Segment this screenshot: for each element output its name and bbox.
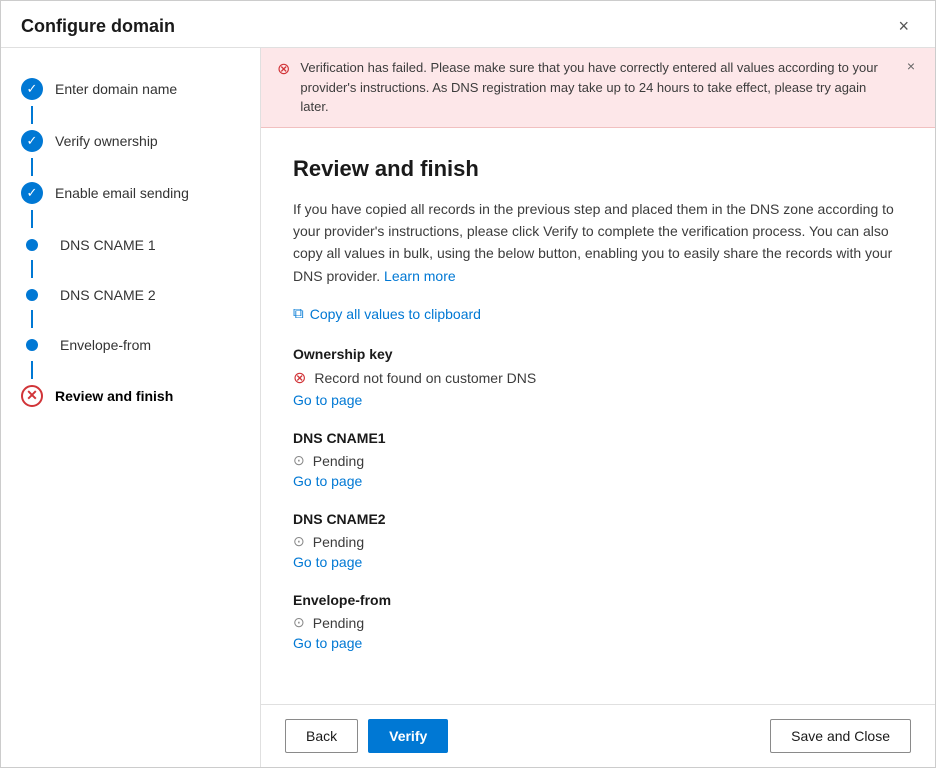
copy-all-values-link[interactable]: ⧉ Copy all values to clipboard [293,305,903,322]
connector-2 [31,158,33,176]
ownership-key-status-text: Record not found on customer DNS [314,370,536,386]
learn-more-link[interactable]: Learn more [384,268,456,284]
envelope-from-pending-icon: ⊙ [293,614,305,631]
connector-4 [31,260,33,278]
step-icon-review-finish: ✕ [21,385,43,407]
envelope-from-status: ⊙ Pending [293,614,903,631]
dns-cname1-go-to-page-link[interactable]: Go to page [293,473,362,489]
sidebar-item-verify-ownership: ✓ Verify ownership [1,124,260,158]
ownership-key-error-icon: ⊗ [293,368,306,388]
content-area: Review and finish If you have copied all… [261,128,935,705]
alert-error-icon: ⊗ [277,59,290,79]
dialog-title: Configure domain [21,16,175,37]
review-finish-title: Review and finish [293,156,903,182]
dialog-header: Configure domain × [1,1,935,48]
sidebar-item-enable-email: ✓ Enable email sending [1,176,260,210]
record-section-dns-cname1: DNS CNAME1 ⊙ Pending Go to page [293,430,903,489]
save-and-close-button[interactable]: Save and Close [770,719,911,753]
sidebar-item-enter-domain: ✓ Enter domain name [1,72,260,106]
footer-left-buttons: Back Verify [285,719,448,753]
step-label-enter-domain: Enter domain name [55,78,177,98]
alert-banner: ⊗ Verification has failed. Please make s… [261,48,935,128]
dns-cname2-go-to-page-link[interactable]: Go to page [293,554,362,570]
dns-cname2-title: DNS CNAME2 [293,511,903,527]
step-icon-dns-cname-2 [26,289,38,301]
step-label-review-finish: Review and finish [55,385,173,405]
step-label-envelope-from: Envelope-from [60,334,151,354]
configure-domain-dialog: Configure domain × ✓ Enter domain name ✓… [0,0,936,768]
step-label-dns-cname-2: DNS CNAME 2 [60,284,156,304]
sidebar-item-dns-cname-2: DNS CNAME 2 [1,278,260,310]
envelope-from-title: Envelope-from [293,592,903,608]
step-icon-envelope-from [26,339,38,351]
dialog-close-button[interactable]: × [892,15,915,37]
record-section-dns-cname2: DNS CNAME2 ⊙ Pending Go to page [293,511,903,570]
copy-link-label: Copy all values to clipboard [310,306,481,322]
review-description: If you have copied all records in the pr… [293,198,903,288]
step-icon-dns-cname-1 [26,239,38,251]
alert-close-button[interactable]: × [903,58,919,74]
main-content: ⊗ Verification has failed. Please make s… [261,48,935,767]
sidebar-item-review-finish: ✕ Review and finish [1,379,260,413]
step-label-dns-cname-1: DNS CNAME 1 [60,234,156,254]
dialog-body: ✓ Enter domain name ✓ Verify ownership ✓… [1,48,935,767]
ownership-key-status: ⊗ Record not found on customer DNS [293,368,903,388]
copy-icon: ⧉ [293,305,304,322]
dns-cname1-pending-icon: ⊙ [293,452,305,469]
envelope-from-go-to-page-link[interactable]: Go to page [293,635,362,651]
step-icon-verify-ownership: ✓ [21,130,43,152]
ownership-key-go-to-page-link[interactable]: Go to page [293,392,362,408]
dns-cname1-status: ⊙ Pending [293,452,903,469]
dns-cname2-status-text: Pending [313,534,364,550]
envelope-from-status-text: Pending [313,615,364,631]
verify-button[interactable]: Verify [368,719,448,753]
step-icon-enable-email: ✓ [21,182,43,204]
step-icon-enter-domain: ✓ [21,78,43,100]
dns-cname2-pending-icon: ⊙ [293,533,305,550]
back-button[interactable]: Back [285,719,358,753]
record-section-ownership-key: Ownership key ⊗ Record not found on cust… [293,346,903,408]
connector-6 [31,361,33,379]
connector-1 [31,106,33,124]
record-section-envelope-from: Envelope-from ⊙ Pending Go to page [293,592,903,651]
connector-5 [31,310,33,328]
ownership-key-title: Ownership key [293,346,903,362]
dns-cname1-status-text: Pending [313,453,364,469]
dialog-footer: Back Verify Save and Close [261,704,935,767]
dns-cname2-status: ⊙ Pending [293,533,903,550]
sidebar: ✓ Enter domain name ✓ Verify ownership ✓… [1,48,261,767]
sidebar-item-envelope-from: Envelope-from [1,328,260,360]
step-label-enable-email: Enable email sending [55,182,189,202]
alert-message: Verification has failed. Please make sur… [300,58,892,117]
step-label-verify-ownership: Verify ownership [55,130,158,150]
dns-cname1-title: DNS CNAME1 [293,430,903,446]
connector-3 [31,210,33,228]
sidebar-item-dns-cname-1: DNS CNAME 1 [1,228,260,260]
